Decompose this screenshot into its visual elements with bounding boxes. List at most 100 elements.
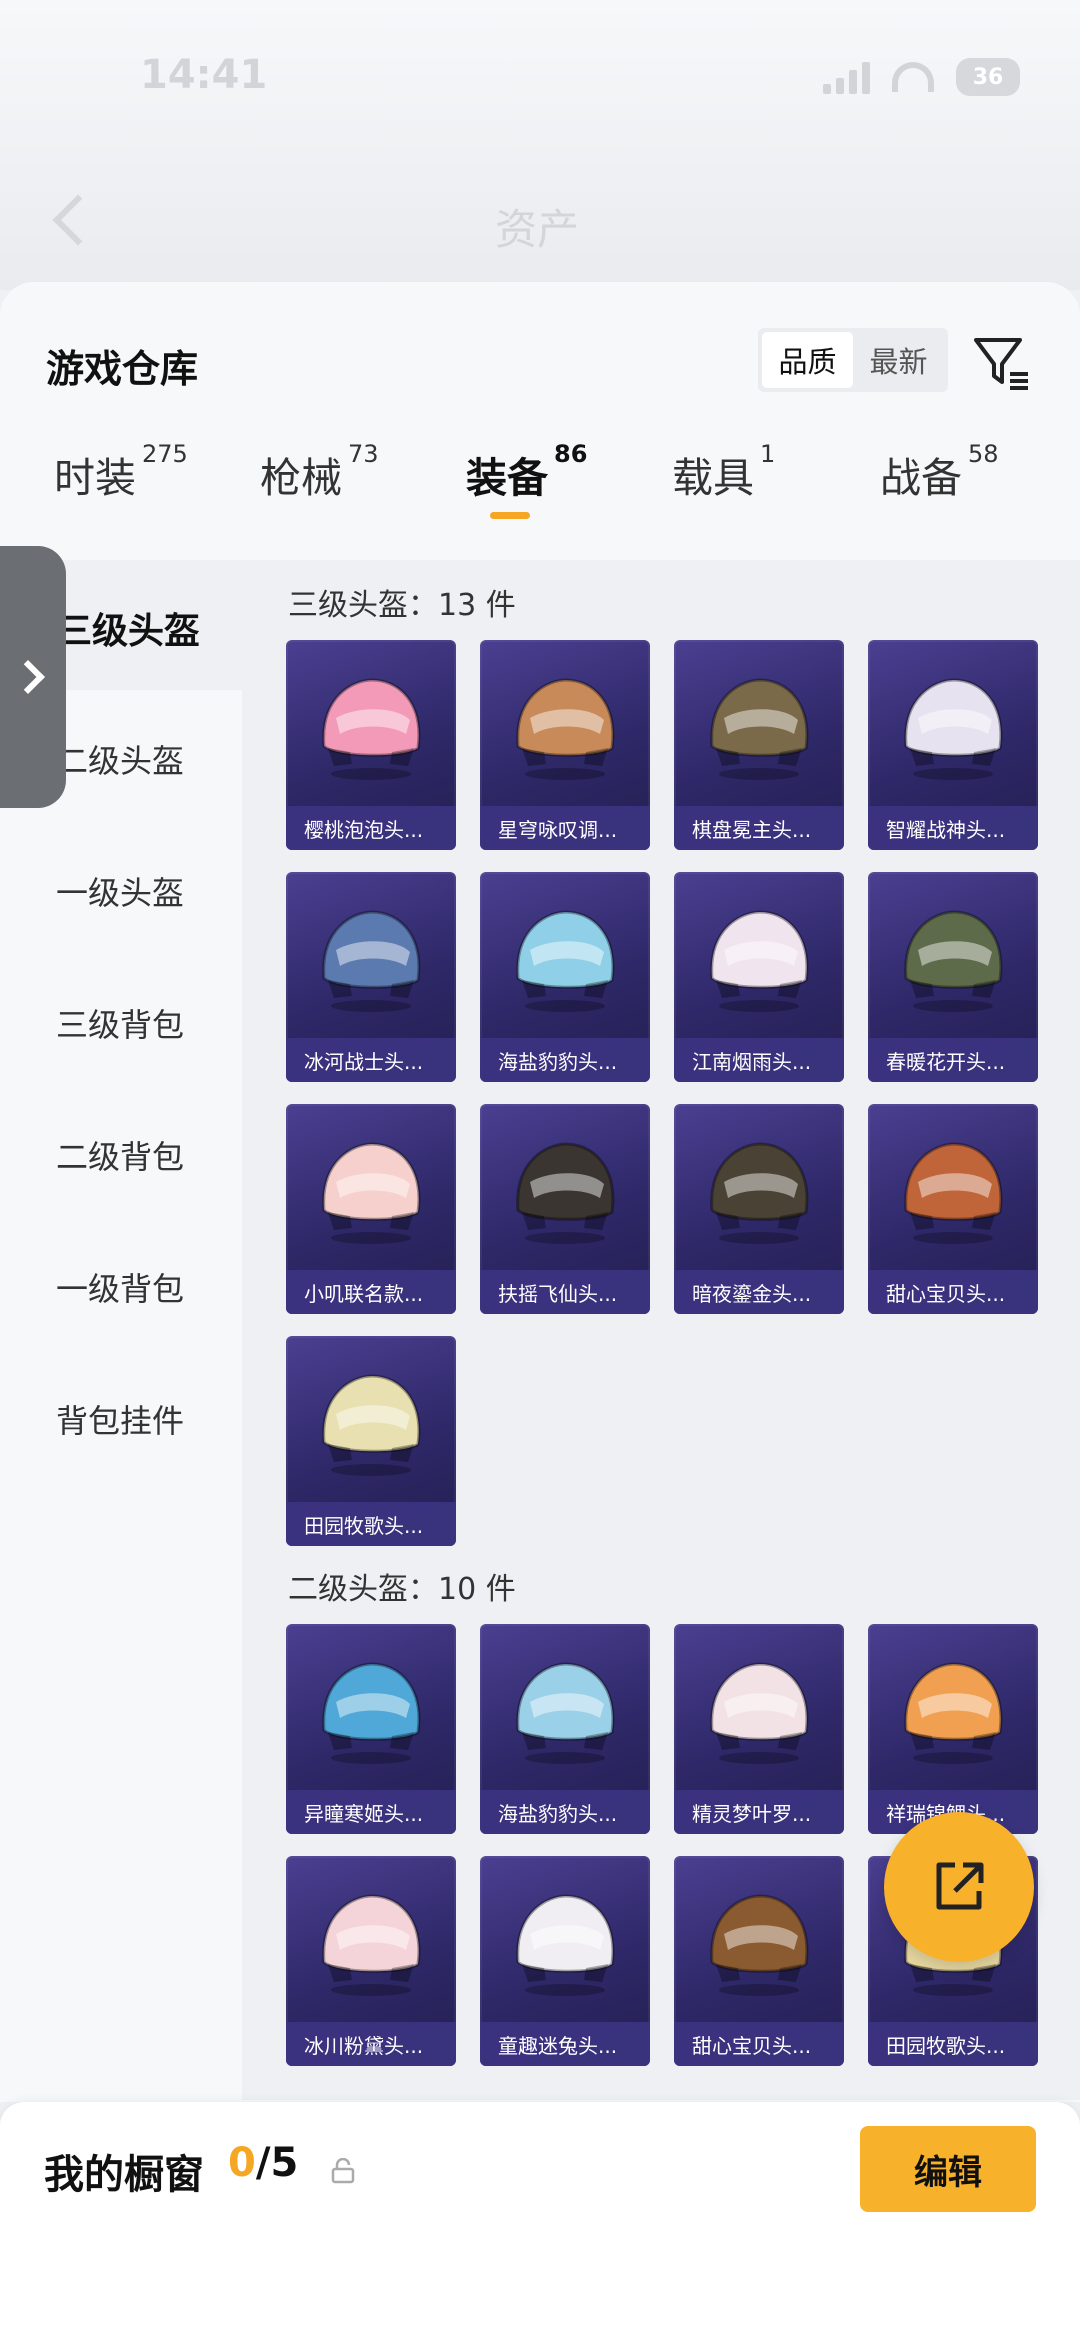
showcase-label: 我的橱窗	[44, 2152, 204, 2198]
item-card[interactable]: 冰河战士头...	[286, 872, 456, 1082]
tab-label: 装备	[466, 454, 548, 502]
helmet-icon	[710, 1662, 809, 1764]
sidebar-item-level1-backpack[interactable]: 一级背包	[56, 1264, 184, 1310]
chevron-right-icon	[11, 660, 45, 694]
tab-label: 枪械	[260, 454, 342, 502]
helmet-icon	[322, 1662, 421, 1764]
item-name: 田园牧歌头...	[868, 2022, 1038, 2066]
item-name: 智耀战神头...	[868, 806, 1038, 850]
item-name: 樱桃泡泡头...	[286, 806, 456, 850]
tab-count: 58	[968, 440, 999, 468]
item-card[interactable]: 童趣迷兔头...	[480, 1856, 650, 2066]
item-card[interactable]: 田园牧歌头...	[286, 1336, 456, 1546]
sort-quality-option[interactable]: 品质	[762, 332, 853, 388]
helmet-icon	[516, 1662, 615, 1764]
item-card[interactable]: 海盐豹豹头...	[480, 872, 650, 1082]
page-title: 资产	[495, 205, 580, 254]
item-name: 春暖花开头...	[868, 1038, 1038, 1082]
helmet-icon	[710, 678, 809, 780]
item-card[interactable]: 樱桃泡泡头...	[286, 640, 456, 850]
helmet-icon	[710, 1142, 809, 1244]
sidebar-item-backpack-charm[interactable]: 背包挂件	[56, 1396, 184, 1442]
status-and-header-backdrop: 14:41 36 资产	[0, 0, 1080, 290]
sidebar-item-level1-helmet[interactable]: 一级头盔	[56, 868, 184, 914]
signal-icon	[823, 60, 870, 94]
helmet-icon	[516, 678, 615, 780]
status-time: 14:41	[140, 52, 268, 98]
item-name: 扶摇飞仙头...	[480, 1270, 650, 1314]
sort-toggle: 品质 最新	[758, 328, 948, 392]
showcase-bar: 我的橱窗 0/5 编辑	[0, 2102, 1080, 2341]
back-icon[interactable]	[52, 194, 104, 246]
item-card[interactable]: 祥瑞锦鲤头...	[868, 1624, 1038, 1834]
drawer-handle[interactable]	[0, 546, 66, 808]
item-card[interactable]: 暗夜鎏金头...	[674, 1104, 844, 1314]
active-tab-indicator	[490, 512, 530, 519]
tab-fashion[interactable]: 时装 275	[54, 440, 188, 504]
helmet-icon	[322, 1374, 421, 1476]
category-tabs: 时装 275 枪械 73 装备 86 载具 1 战备 58	[0, 422, 1080, 522]
item-name: 棋盘冕主头...	[674, 806, 844, 850]
tab-label: 时装	[54, 454, 136, 502]
panel-title: 游戏仓库	[46, 347, 199, 391]
item-name: 冰河战士头...	[286, 1038, 456, 1082]
item-name: 小叽联名款...	[286, 1270, 456, 1314]
helmet-icon	[904, 910, 1003, 1012]
tab-equipment[interactable]: 装备 86	[466, 440, 587, 504]
helmet-icon	[516, 1142, 615, 1244]
helmet-icon	[516, 910, 615, 1012]
share-button[interactable]	[884, 1812, 1034, 1962]
item-card[interactable]: 小叽联名款...	[286, 1104, 456, 1314]
section-title-level3: 三级头盔：13 件	[288, 588, 516, 623]
item-card[interactable]: 海盐豹豹头...	[480, 1624, 650, 1834]
share-icon	[936, 1862, 984, 1910]
item-name: 童趣迷兔头...	[480, 2022, 650, 2066]
item-card[interactable]: 智耀战神头...	[868, 640, 1038, 850]
filter-icon[interactable]	[970, 330, 1034, 394]
tab-weapons[interactable]: 枪械 73	[260, 440, 379, 504]
wifi-icon	[892, 62, 934, 92]
lock-icon	[331, 2158, 355, 2184]
item-card[interactable]: 棋盘冕主头...	[674, 640, 844, 850]
tab-label: 载具	[672, 454, 754, 502]
item-card[interactable]: 春暖花开头...	[868, 872, 1038, 1082]
showcase-count: 0/5	[228, 2140, 298, 2186]
item-card[interactable]: 扶摇飞仙头...	[480, 1104, 650, 1314]
section-title-level2: 二级头盔：10 件	[288, 1572, 516, 1607]
sidebar-item-level3-helmet[interactable]: 三级头盔	[56, 602, 200, 654]
helmet-icon	[904, 1142, 1003, 1244]
item-card[interactable]: 星穹咏叹调...	[480, 640, 650, 850]
item-name: 田园牧歌头...	[286, 1502, 456, 1546]
item-card[interactable]: 甜心宝贝头...	[868, 1104, 1038, 1314]
helmet-icon	[322, 678, 421, 780]
helmet-icon	[516, 1894, 615, 1996]
item-name: 海盐豹豹头...	[480, 1038, 650, 1082]
edit-button[interactable]: 编辑	[860, 2126, 1036, 2212]
sidebar-item-level2-backpack[interactable]: 二级背包	[56, 1132, 184, 1178]
tab-count: 86	[554, 440, 588, 468]
sort-newest-option[interactable]: 最新	[853, 332, 944, 388]
sidebar-item-level3-backpack[interactable]: 三级背包	[56, 1000, 184, 1046]
item-name: 暗夜鎏金头...	[674, 1270, 844, 1314]
showcase-total: /5	[255, 2140, 299, 2186]
item-card[interactable]: 精灵梦叶罗...	[674, 1624, 844, 1834]
tab-vehicles[interactable]: 载具 1	[672, 440, 775, 504]
item-name: 精灵梦叶罗...	[674, 1790, 844, 1834]
item-card[interactable]: 江南烟雨头...	[674, 872, 844, 1082]
tab-count: 73	[348, 440, 379, 468]
tab-label: 战备	[880, 454, 962, 502]
item-card[interactable]: 异瞳寒姬头...	[286, 1624, 456, 1834]
helmet-icon	[322, 910, 421, 1012]
item-name: 冰川粉黛头...	[286, 2022, 456, 2066]
tab-supplies[interactable]: 战备 58	[880, 440, 999, 504]
helmet-icon	[322, 1142, 421, 1244]
tab-count: 275	[142, 440, 188, 468]
item-card[interactable]: 甜心宝贝头...	[674, 1856, 844, 2066]
helmet-icon	[904, 678, 1003, 780]
battery-indicator: 36	[956, 58, 1020, 96]
helmet-icon	[710, 1894, 809, 1996]
item-card[interactable]: 冰川粉黛头...	[286, 1856, 456, 2066]
sidebar-item-level2-helmet[interactable]: 二级头盔	[56, 736, 184, 782]
status-icons: 36	[823, 58, 1020, 96]
item-name: 甜心宝贝头...	[868, 1270, 1038, 1314]
